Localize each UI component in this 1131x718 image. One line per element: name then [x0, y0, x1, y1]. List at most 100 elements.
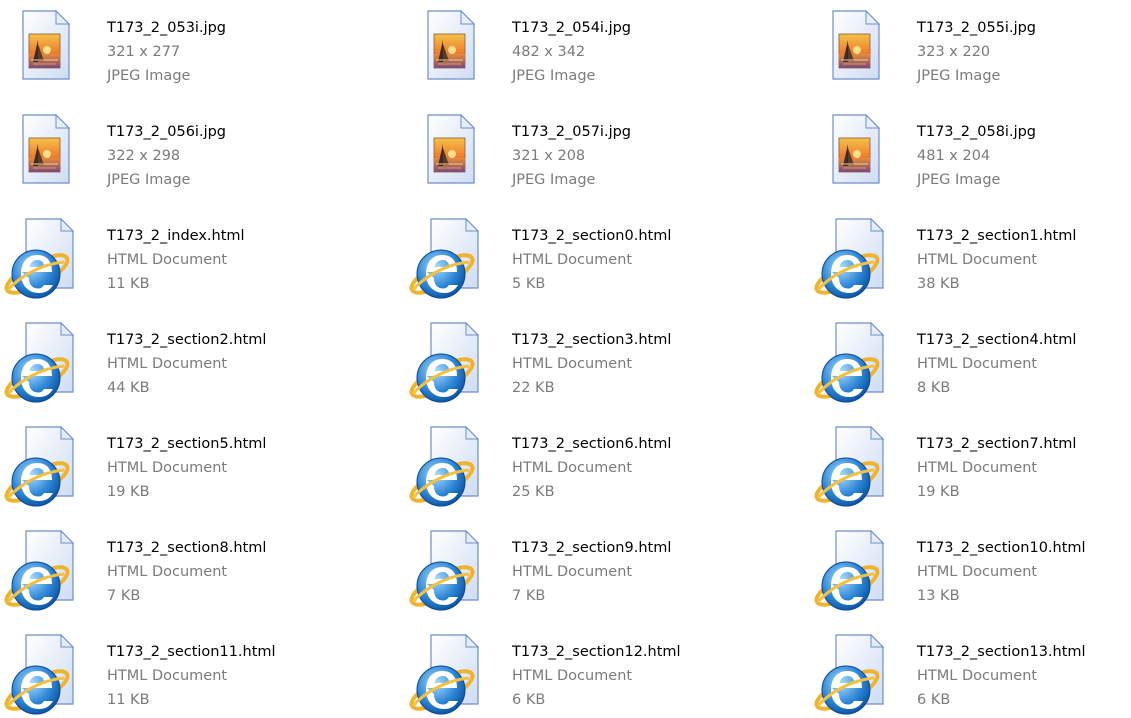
file-tile[interactable]: T173_2_section1.html HTML Document 38 KB — [810, 218, 1131, 299]
file-size: 5 KB — [512, 276, 546, 292]
file-details: T173_2_section1.html HTML Document 38 KB — [917, 224, 1131, 296]
file-type: JPEG Image — [917, 68, 1001, 84]
file-tile[interactable]: T173_2_section0.html HTML Document 5 KB — [405, 218, 805, 299]
file-details: T173_2_section8.html HTML Document 7 KB — [107, 536, 407, 608]
file-type: HTML Document — [107, 564, 228, 580]
file-type: JPEG Image — [917, 172, 1001, 188]
file-tile[interactable]: T173_2_054i.jpg 482 x 342 JPEG Image — [405, 10, 805, 90]
file-tile[interactable]: T173_2_056i.jpg 322 x 298 JPEG Image — [0, 114, 400, 194]
file-type: HTML Document — [512, 252, 633, 268]
file-tile[interactable]: T173_2_index.html HTML Document 11 KB — [0, 218, 400, 299]
file-type: HTML Document — [512, 356, 633, 372]
file-name: T173_2_section10.html — [917, 540, 1086, 556]
file-tile[interactable]: T173_2_057i.jpg 321 x 208 JPEG Image — [405, 114, 805, 194]
internet-explorer-html-icon — [405, 426, 493, 510]
jpeg-image-icon — [405, 114, 493, 198]
file-tile[interactable]: T173_2_section6.html HTML Document 25 KB — [405, 426, 805, 507]
file-details: T173_2_section11.html HTML Document 11 K… — [107, 640, 407, 712]
file-type: HTML Document — [107, 460, 228, 476]
file-size: 6 KB — [512, 692, 546, 708]
file-tile[interactable]: T173_2_section8.html HTML Document 7 KB — [0, 530, 400, 611]
file-details: T173_2_index.html HTML Document 11 KB — [107, 224, 407, 296]
file-details: T173_2_section3.html HTML Document 22 KB — [512, 328, 812, 400]
file-tile[interactable]: T173_2_053i.jpg 321 x 277 JPEG Image — [0, 10, 400, 90]
file-details: T173_2_055i.jpg 323 x 220 JPEG Image — [917, 16, 1131, 88]
file-type: HTML Document — [512, 564, 633, 580]
file-size: 7 KB — [512, 588, 546, 604]
file-type: HTML Document — [917, 356, 1038, 372]
file-type: HTML Document — [107, 252, 228, 268]
file-name: T173_2_section8.html — [107, 540, 267, 556]
file-tile[interactable]: T173_2_055i.jpg 323 x 220 JPEG Image — [810, 10, 1131, 90]
file-tile[interactable]: T173_2_section2.html HTML Document 44 KB — [0, 322, 400, 403]
file-name: T173_2_index.html — [107, 228, 245, 244]
internet-explorer-html-icon — [810, 426, 898, 510]
file-details: T173_2_058i.jpg 481 x 204 JPEG Image — [917, 120, 1131, 192]
file-name: T173_2_055i.jpg — [917, 20, 1037, 36]
file-details: T173_2_057i.jpg 321 x 208 JPEG Image — [512, 120, 812, 192]
file-name: T173_2_section9.html — [512, 540, 672, 556]
file-dimensions: 482 x 342 — [512, 44, 586, 60]
file-size: 44 KB — [107, 380, 150, 396]
file-name: T173_2_section6.html — [512, 436, 672, 452]
file-name: T173_2_section4.html — [917, 332, 1077, 348]
file-name: T173_2_056i.jpg — [107, 124, 227, 140]
internet-explorer-html-icon — [405, 530, 493, 614]
file-size: 13 KB — [917, 588, 960, 604]
file-dimensions: 321 x 208 — [512, 148, 586, 164]
file-name: T173_2_section1.html — [917, 228, 1077, 244]
file-size: 8 KB — [917, 380, 951, 396]
file-size: 25 KB — [512, 484, 555, 500]
file-tile-grid: T173_2_053i.jpg 321 x 277 JPEG Image T17… — [0, 0, 1131, 716]
file-name: T173_2_section12.html — [512, 644, 681, 660]
file-details: T173_2_section4.html HTML Document 8 KB — [917, 328, 1131, 400]
file-name: T173_2_057i.jpg — [512, 124, 632, 140]
file-size: 11 KB — [107, 692, 150, 708]
file-size: 38 KB — [917, 276, 960, 292]
file-tile[interactable]: T173_2_section12.html HTML Document 6 KB — [405, 634, 805, 715]
file-dimensions: 322 x 298 — [107, 148, 181, 164]
file-tile[interactable]: T173_2_section13.html HTML Document 6 KB — [810, 634, 1131, 715]
internet-explorer-html-icon — [405, 634, 493, 718]
jpeg-image-icon — [810, 114, 898, 198]
file-type: HTML Document — [917, 668, 1038, 684]
file-name: T173_2_section5.html — [107, 436, 267, 452]
file-type: HTML Document — [512, 668, 633, 684]
internet-explorer-html-icon — [0, 634, 88, 718]
file-details: T173_2_section12.html HTML Document 6 KB — [512, 640, 812, 712]
file-type: HTML Document — [917, 564, 1038, 580]
jpeg-image-icon — [405, 10, 493, 94]
jpeg-image-icon — [0, 114, 88, 198]
file-details: T173_2_section9.html HTML Document 7 KB — [512, 536, 812, 608]
file-tile[interactable]: T173_2_section4.html HTML Document 8 KB — [810, 322, 1131, 403]
file-details: T173_2_section2.html HTML Document 44 KB — [107, 328, 407, 400]
file-type: JPEG Image — [107, 172, 191, 188]
file-tile[interactable]: T173_2_section11.html HTML Document 11 K… — [0, 634, 400, 715]
file-tile[interactable]: T173_2_section5.html HTML Document 19 KB — [0, 426, 400, 507]
file-type: HTML Document — [512, 460, 633, 476]
internet-explorer-html-icon — [405, 322, 493, 406]
file-tile[interactable]: T173_2_058i.jpg 481 x 204 JPEG Image — [810, 114, 1131, 194]
file-tile[interactable]: T173_2_section3.html HTML Document 22 KB — [405, 322, 805, 403]
file-name: T173_2_053i.jpg — [107, 20, 227, 36]
file-tile[interactable]: T173_2_section10.html HTML Document 13 K… — [810, 530, 1131, 611]
file-size: 7 KB — [107, 588, 141, 604]
internet-explorer-html-icon — [405, 218, 493, 302]
file-details: T173_2_section10.html HTML Document 13 K… — [917, 536, 1131, 608]
file-details: T173_2_section6.html HTML Document 25 KB — [512, 432, 812, 504]
file-type: HTML Document — [917, 460, 1038, 476]
file-name: T173_2_section3.html — [512, 332, 672, 348]
file-name: T173_2_054i.jpg — [512, 20, 632, 36]
file-tile[interactable]: T173_2_section9.html HTML Document 7 KB — [405, 530, 805, 611]
file-details: T173_2_section0.html HTML Document 5 KB — [512, 224, 812, 296]
internet-explorer-html-icon — [0, 322, 88, 406]
internet-explorer-html-icon — [0, 530, 88, 614]
jpeg-image-icon — [810, 10, 898, 94]
file-type: JPEG Image — [512, 68, 596, 84]
internet-explorer-html-icon — [810, 530, 898, 614]
jpeg-image-icon — [0, 10, 88, 94]
file-tile[interactable]: T173_2_section7.html HTML Document 19 KB — [810, 426, 1131, 507]
file-name: T173_2_section11.html — [107, 644, 276, 660]
file-details: T173_2_section7.html HTML Document 19 KB — [917, 432, 1131, 504]
internet-explorer-html-icon — [810, 218, 898, 302]
